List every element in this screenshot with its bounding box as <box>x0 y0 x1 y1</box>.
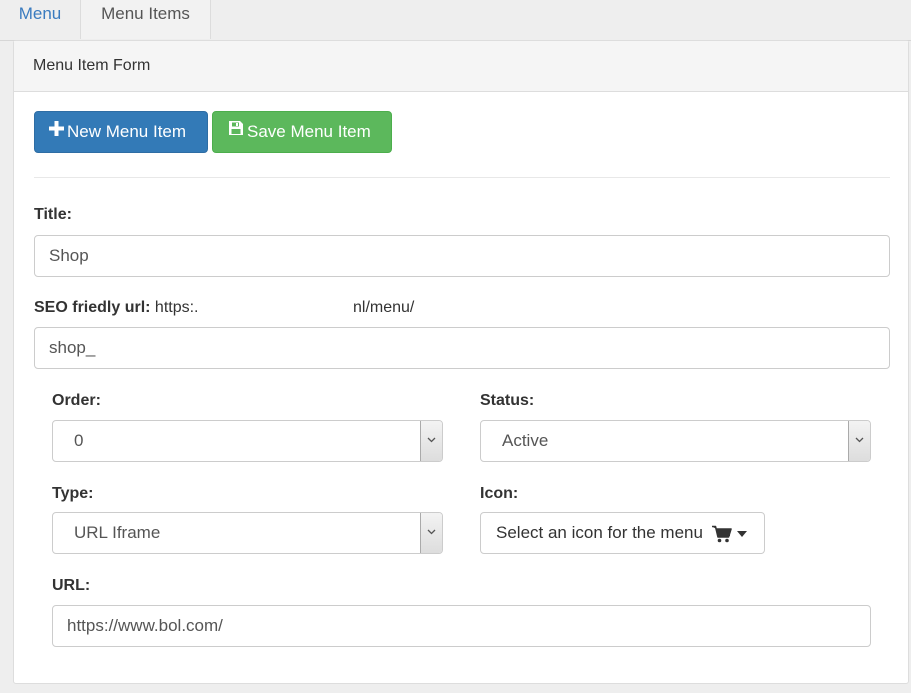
status-select[interactable]: Active <box>480 420 871 462</box>
type-label: Type: <box>52 485 94 502</box>
icon-picker-label: Select an icon for the menu <box>496 523 703 542</box>
tab-menu-items[interactable]: Menu Items <box>80 0 211 39</box>
seo-url-prefix-end: nl/menu/ <box>353 299 415 316</box>
plus-icon <box>49 111 64 151</box>
panel-heading: Menu Item Form <box>14 41 908 92</box>
type-select-arrow[interactable] <box>420 513 442 553</box>
title-label: Title: <box>34 206 72 223</box>
status-label: Status: <box>480 392 535 409</box>
seo-url-input[interactable]: shop_ <box>34 327 890 369</box>
tab-bar: Menu Menu Items <box>0 0 911 41</box>
seo-url-prefix-start: https:. <box>154 299 199 316</box>
url-label: URL: <box>52 577 91 594</box>
order-select[interactable]: 0 <box>52 420 443 462</box>
save-menu-item-label: Save Menu Item <box>247 122 371 141</box>
order-select-arrow[interactable] <box>420 421 442 461</box>
status-select-value: Active <box>502 431 549 450</box>
divider <box>34 177 890 178</box>
order-select-value: 0 <box>74 431 84 450</box>
caret-down-icon <box>737 530 748 537</box>
chevron-down-icon <box>427 437 436 443</box>
seo-url-label: SEO friedly url: https:. <box>34 299 199 317</box>
title-input[interactable]: Shop <box>34 235 890 277</box>
seo-url-label-text: SEO friedly url: <box>34 299 151 316</box>
save-menu-item-button[interactable]: Save Menu Item <box>212 111 392 153</box>
floppy-disk-icon <box>228 111 244 151</box>
status-select-arrow[interactable] <box>848 421 870 461</box>
new-menu-item-label: New Menu Item <box>67 122 187 141</box>
type-select-value: URL Iframe <box>74 523 161 542</box>
new-menu-item-button[interactable]: New Menu Item <box>34 111 208 153</box>
chevron-down-icon <box>427 529 436 535</box>
icon-label: Icon: <box>480 485 519 502</box>
icon-picker-button[interactable]: Select an icon for the menu <box>480 512 765 554</box>
panel-title: Menu Item Form <box>33 57 151 74</box>
tab-menu[interactable]: Menu <box>0 0 80 39</box>
chevron-down-icon <box>855 437 864 443</box>
seo-url-prefix-end-wrap: nl/menu/ <box>353 299 414 317</box>
type-select[interactable]: URL Iframe <box>52 512 443 554</box>
order-label: Order: <box>52 392 101 409</box>
url-input[interactable]: https://www.bol.com/ <box>52 605 871 647</box>
shopping-cart-icon <box>711 525 732 542</box>
menu-item-form-panel: Menu Item Form New Menu Item Save Menu I… <box>13 40 909 684</box>
